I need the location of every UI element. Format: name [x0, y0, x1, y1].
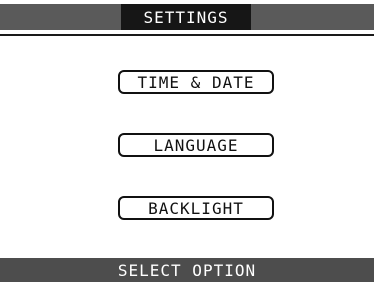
- header-divider: [0, 34, 374, 36]
- page-title: SETTINGS: [143, 8, 229, 27]
- title-box: SETTINGS: [121, 4, 251, 30]
- language-label: LANGUAGE: [153, 136, 239, 155]
- time-date-label: TIME & DATE: [137, 73, 255, 92]
- header-bar: SETTINGS: [0, 4, 374, 30]
- time-date-button[interactable]: TIME & DATE: [118, 70, 274, 94]
- backlight-button[interactable]: BACKLIGHT: [118, 196, 274, 220]
- status-text: SELECT OPTION: [117, 261, 257, 280]
- status-bar: SELECT OPTION: [0, 258, 374, 282]
- language-button[interactable]: LANGUAGE: [118, 133, 274, 157]
- backlight-label: BACKLIGHT: [148, 199, 244, 218]
- settings-screen: SETTINGS TIME & DATE LANGUAGE BACKLIGHT …: [0, 0, 374, 282]
